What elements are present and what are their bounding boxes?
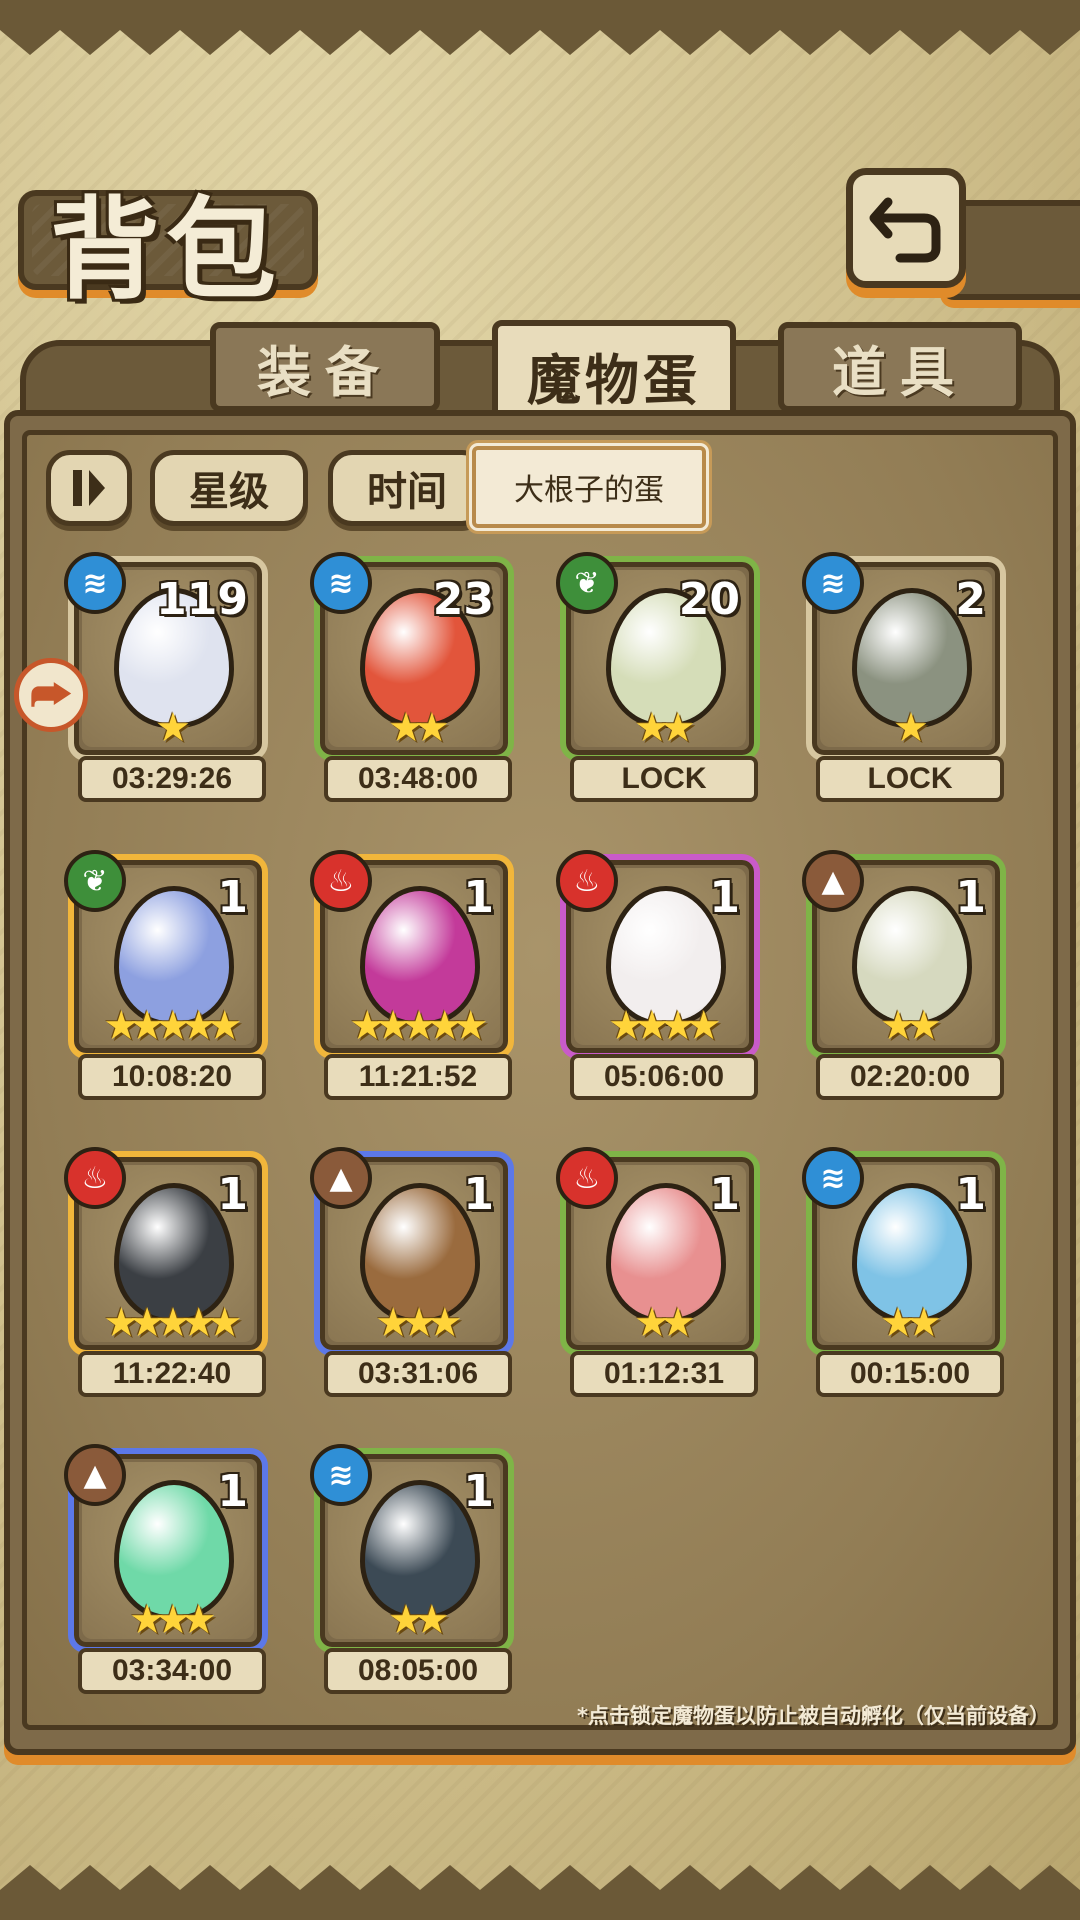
fire-element-icon: ♨ <box>556 850 618 912</box>
egg-card[interactable]: 119 ★ ≋ <box>64 552 268 761</box>
egg-count: 23 <box>432 574 494 625</box>
star-rating: ★ <box>155 705 191 751</box>
water-element-icon: ≋ <box>802 1147 864 1209</box>
egg-count: 1 <box>463 1466 494 1517</box>
egg-card[interactable]: 1 ★★★★★ ♨ <box>64 1147 268 1356</box>
nature-element-icon: ❦ <box>556 552 618 614</box>
hatch-timer: 05:06:00 <box>570 1054 758 1100</box>
hatch-timer: 00:15:00 <box>816 1351 1004 1397</box>
star-rating: ★★★★ <box>608 1003 721 1049</box>
page-title: 背包 <box>50 186 282 314</box>
egg-count: 1 <box>217 1466 248 1517</box>
star-rating: ★★★★★ <box>103 1300 242 1346</box>
egg-count: 1 <box>709 872 740 923</box>
egg-card[interactable]: 1 ★★★★★ ♨ <box>310 850 514 1059</box>
egg-card[interactable]: 23 ★★ ≋ <box>310 552 514 761</box>
lock-toggle-icon: ⮫ <box>30 669 72 721</box>
water-element-icon: ≋ <box>64 552 126 614</box>
hatch-timer: 11:22:40 <box>78 1351 266 1397</box>
egg-card[interactable]: 1 ★★ ≋ <box>802 1147 1006 1356</box>
lock-hint-text: *点击锁定魔物蛋以防止被自动孵化（仅当前设备） <box>577 1704 1050 1728</box>
hatch-timer: LOCK <box>816 756 1004 802</box>
egg-count: 1 <box>463 872 494 923</box>
water-element-icon: ≋ <box>310 552 372 614</box>
hatch-timer: 03:48:00 <box>324 756 512 802</box>
back-button[interactable] <box>846 168 966 288</box>
tab-equipment[interactable]: 装备 <box>210 322 440 412</box>
hatch-timer: 08:05:00 <box>324 1648 512 1694</box>
egg-card[interactable]: 1 ★★ ≋ <box>310 1444 514 1653</box>
hatch-timer: 03:29:26 <box>78 756 266 802</box>
hatch-timer: 02:20:00 <box>816 1054 1004 1100</box>
egg-card[interactable]: 1 ★★★★ ♨ <box>556 850 760 1059</box>
fire-element-icon: ♨ <box>310 850 372 912</box>
star-rating: ★ <box>893 705 929 751</box>
hatch-timer: 03:31:06 <box>324 1351 512 1397</box>
star-rating: ★★ <box>634 705 696 751</box>
fire-element-icon: ♨ <box>64 1147 126 1209</box>
egg-count: 119 <box>156 574 248 625</box>
egg-count: 1 <box>463 1169 494 1220</box>
top-border <box>0 0 1080 55</box>
star-rating: ★★★ <box>375 1300 463 1346</box>
egg-card[interactable]: 2 ★ ≋ <box>802 552 1006 761</box>
hatch-timer: 11:21:52 <box>324 1054 512 1100</box>
earth-element-icon: ▲ <box>64 1444 126 1506</box>
pause-bars-icon <box>73 470 105 506</box>
water-element-icon: ≋ <box>802 552 864 614</box>
star-rating: ★★★★★ <box>349 1003 488 1049</box>
egg-count: 1 <box>217 1169 248 1220</box>
hatch-timer: 10:08:20 <box>78 1054 266 1100</box>
hatch-timer: LOCK <box>570 756 758 802</box>
egg-card[interactable]: 1 ★★★ ▲ <box>310 1147 514 1356</box>
egg-count: 2 <box>955 574 986 625</box>
egg-name-tooltip: 大根子的蛋 <box>472 446 706 528</box>
star-rating: ★★★ <box>129 1597 217 1643</box>
bottom-border <box>0 1865 1080 1920</box>
star-rating: ★★ <box>388 705 450 751</box>
hatch-timer: 03:34:00 <box>78 1648 266 1694</box>
sort-order-toggle[interactable] <box>46 450 132 526</box>
egg-card[interactable]: 20 ★★ ❦ <box>556 552 760 761</box>
return-arrow-icon <box>869 197 941 263</box>
egg-card[interactable]: 1 ★★ ♨ <box>556 1147 760 1356</box>
egg-count: 1 <box>217 872 248 923</box>
star-rating: ★★ <box>880 1300 942 1346</box>
hatch-timer: 01:12:31 <box>570 1351 758 1397</box>
star-rating: ★★ <box>880 1003 942 1049</box>
nature-element-icon: ❦ <box>64 850 126 912</box>
star-rating: ★★★★★ <box>103 1003 242 1049</box>
egg-count: 20 <box>678 574 740 625</box>
egg-count: 1 <box>955 1169 986 1220</box>
star-rating: ★★ <box>634 1300 696 1346</box>
earth-element-icon: ▲ <box>802 850 864 912</box>
tab-items[interactable]: 道具 <box>778 322 1022 412</box>
egg-card[interactable]: 1 ★★★ ▲ <box>64 1444 268 1653</box>
earth-element-icon: ▲ <box>310 1147 372 1209</box>
egg-card[interactable]: 1 ★★ ▲ <box>802 850 1006 1059</box>
sort-by-star-button[interactable]: 星级 <box>150 450 308 526</box>
star-rating: ★★ <box>388 1597 450 1643</box>
egg-count: 1 <box>709 1169 740 1220</box>
lock-toggle-button[interactable]: ⮫ <box>14 658 88 732</box>
fire-element-icon: ♨ <box>556 1147 618 1209</box>
egg-count: 1 <box>955 872 986 923</box>
water-element-icon: ≋ <box>310 1444 372 1506</box>
egg-card[interactable]: 1 ★★★★★ ❦ <box>64 850 268 1059</box>
sort-by-time-button[interactable]: 时间 <box>328 450 486 526</box>
